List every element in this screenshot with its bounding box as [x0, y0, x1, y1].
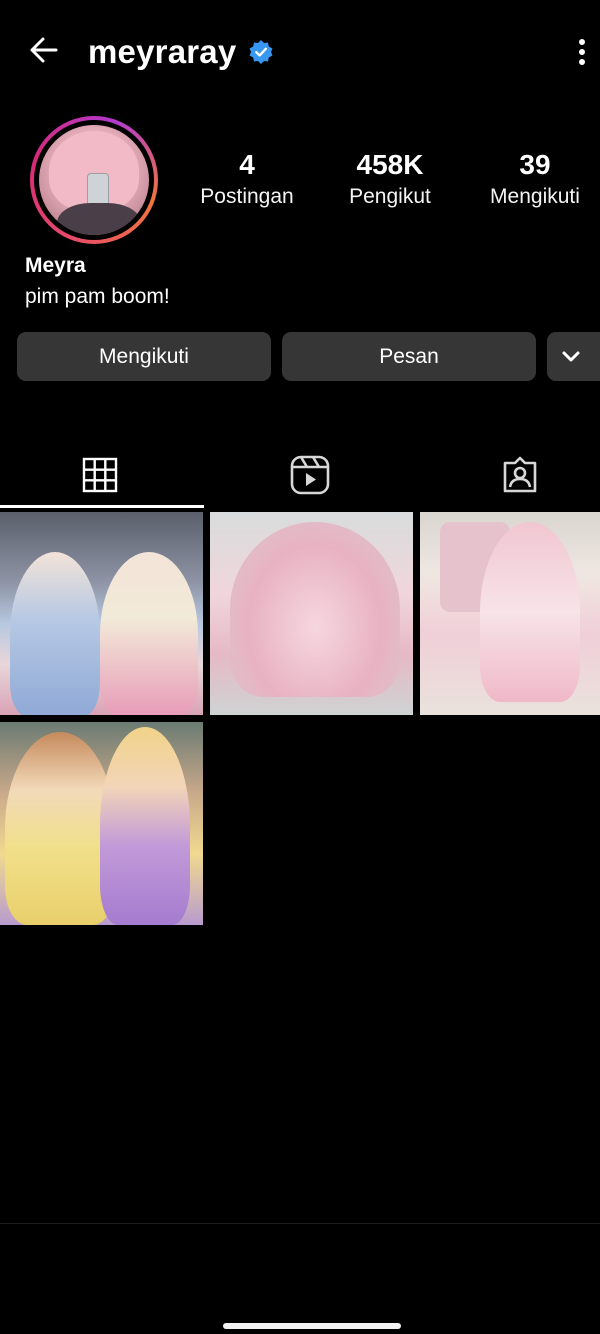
message-button[interactable]: Pesan [282, 332, 536, 381]
stat-followers-value: 458K [356, 149, 424, 180]
post-thumbnail[interactable] [0, 722, 203, 925]
stat-followers-label: Pengikut [349, 185, 431, 208]
tab-posts-grid[interactable] [0, 442, 200, 508]
profile-stats: 4 Postingan 458K Pengikut 39 Mengikuti [180, 148, 600, 220]
bio-text: pim pam boom! [25, 285, 170, 308]
stat-following-label: Mengikuti [490, 185, 580, 208]
tab-tagged[interactable] [420, 442, 600, 508]
following-button[interactable]: Mengikuti [17, 332, 271, 381]
more-options-icon[interactable] [570, 32, 594, 72]
home-indicator[interactable] [223, 1323, 401, 1329]
stat-following[interactable]: 39 Mengikuti [476, 148, 594, 212]
post-thumbnail[interactable] [0, 512, 203, 715]
verified-badge-icon [249, 40, 273, 64]
reels-icon [290, 455, 330, 495]
tab-reels[interactable] [210, 442, 410, 508]
stat-posts[interactable]: 4 Postingan [188, 148, 306, 212]
stat-posts-label: Postingan [200, 185, 294, 208]
stat-followers[interactable]: 458K Pengikut [336, 148, 444, 212]
stat-following-value: 39 [519, 149, 551, 180]
avatar [39, 125, 149, 235]
display-name: Meyra [25, 254, 86, 277]
bottom-divider [0, 1223, 600, 1224]
top-bar: meyraray [0, 0, 600, 104]
profile-tabs [0, 442, 600, 508]
post-thumbnail[interactable] [210, 512, 413, 715]
avatar-story-ring[interactable] [30, 116, 158, 244]
back-arrow-icon[interactable] [24, 30, 64, 70]
tagged-icon [503, 456, 537, 493]
tab-selected-indicator [0, 505, 204, 508]
suggested-dropdown-button[interactable] [547, 332, 600, 381]
grid-icon [82, 457, 118, 493]
username: meyraray [88, 33, 237, 70]
stat-posts-value: 4 [239, 149, 255, 180]
username-header: meyraray [88, 30, 274, 74]
chevron-down-icon [562, 351, 580, 361]
post-thumbnail[interactable] [420, 512, 600, 715]
